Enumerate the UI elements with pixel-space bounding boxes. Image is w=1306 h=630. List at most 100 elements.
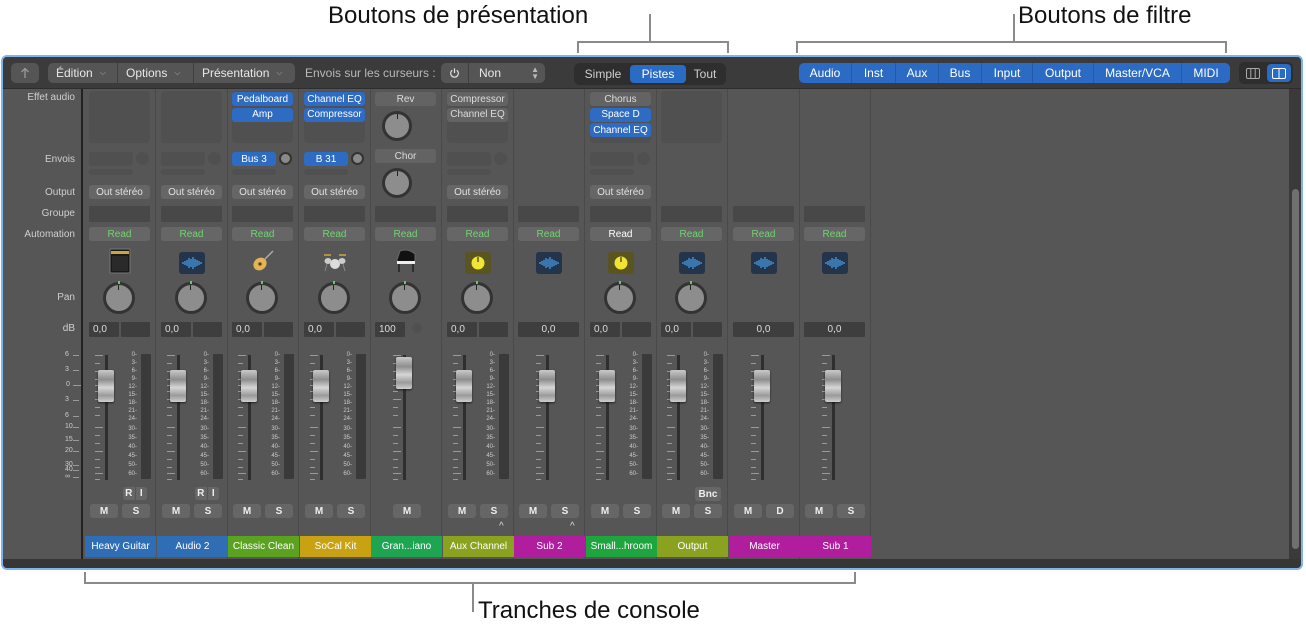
send-slot-empty[interactable]: [232, 169, 276, 175]
volume-db-field[interactable]: 0,0: [804, 322, 865, 337]
send-level-knob[interactable]: [208, 152, 221, 165]
group-slot[interactable]: [89, 206, 150, 222]
channel-name[interactable]: Gran...iano: [371, 536, 442, 557]
pan-knob[interactable]: [246, 281, 278, 314]
group-slot[interactable]: [304, 206, 365, 222]
send-rev-button[interactable]: Rev: [375, 92, 436, 106]
automation-mode-button[interactable]: Read: [661, 227, 722, 241]
send-level-knob[interactable]: [351, 152, 364, 165]
volume-fader-handle[interactable]: [98, 370, 114, 402]
volume-db-field[interactable]: 0,0: [590, 322, 620, 337]
mute-button[interactable]: M: [805, 504, 833, 518]
volume-fader-handle[interactable]: [825, 370, 841, 402]
volume-db-field[interactable]: 0,0: [161, 322, 191, 337]
vertical-scrollbar[interactable]: [1289, 89, 1301, 559]
group-slot[interactable]: [447, 206, 508, 222]
sends-value-select[interactable]: Non ▲ ▼: [469, 63, 545, 83]
send-slot[interactable]: [161, 152, 205, 166]
audio-fx-plugin[interactable]: Compressor: [447, 92, 508, 106]
audio-fx-plugin[interactable]: Pedalboard: [232, 92, 293, 106]
volume-fader-handle[interactable]: [313, 370, 329, 402]
volume-fader-handle[interactable]: [599, 370, 615, 402]
solo-button[interactable]: S: [551, 504, 579, 518]
disclosure-caret-icon[interactable]: ^: [570, 521, 575, 532]
filter-master-vca[interactable]: Master/VCA: [1094, 63, 1182, 83]
send-slot-empty[interactable]: [304, 169, 348, 175]
dim-button[interactable]: D: [766, 504, 794, 518]
channel-name[interactable]: SoCal Kit: [300, 536, 371, 557]
input-monitor-button[interactable]: I: [208, 487, 220, 500]
narrow-strips-button[interactable]: [1241, 64, 1265, 82]
mute-button[interactable]: M: [162, 504, 190, 518]
channel-name[interactable]: Audio 2: [157, 536, 228, 557]
solo-button[interactable]: S: [480, 504, 508, 518]
mute-button[interactable]: M: [519, 504, 547, 518]
volume-fader-handle[interactable]: [670, 370, 686, 402]
filter-bus[interactable]: Bus: [939, 63, 982, 83]
send-slot-empty[interactable]: [89, 169, 133, 175]
pan-knob[interactable]: [461, 281, 493, 314]
send-slot-empty[interactable]: [447, 169, 491, 175]
view-simple[interactable]: Simple: [576, 65, 630, 83]
audio-fx-plugin[interactable]: Chorus: [590, 92, 651, 106]
mute-button[interactable]: M: [90, 504, 118, 518]
mute-button[interactable]: M: [448, 504, 476, 518]
volume-fader-handle[interactable]: [170, 370, 186, 402]
filter-aux[interactable]: Aux: [896, 63, 939, 83]
audio-fx-slot-area[interactable]: [161, 91, 222, 143]
filter-audio[interactable]: Audio: [799, 63, 852, 83]
pan-knob[interactable]: [318, 281, 350, 314]
output-button[interactable]: Out stéréo: [304, 185, 365, 199]
send-level-knob[interactable]: [637, 152, 650, 165]
automation-mode-button[interactable]: Read: [375, 227, 436, 241]
horizontal-scrollbar[interactable]: [3, 559, 1301, 568]
audio-fx-plugin[interactable]: Channel EQ: [447, 107, 508, 122]
mute-button[interactable]: M: [591, 504, 619, 518]
automation-mode-button[interactable]: Read: [447, 227, 508, 241]
channel-name[interactable]: Aux Channel: [443, 536, 514, 557]
mute-button[interactable]: M: [662, 504, 690, 518]
send-chor-button[interactable]: Chor: [375, 149, 436, 163]
sends-power-button[interactable]: [441, 63, 469, 83]
channel-name[interactable]: Heavy Guitar: [85, 536, 156, 557]
volume-db-field[interactable]: 0,0: [733, 322, 794, 337]
mute-button[interactable]: M: [305, 504, 333, 518]
menu-options[interactable]: Options ⌵: [118, 63, 194, 83]
output-button[interactable]: Out stéréo: [447, 185, 508, 199]
send-slot[interactable]: Bus 3: [232, 152, 276, 166]
volume-db-field[interactable]: 0,0: [89, 322, 119, 337]
output-button[interactable]: Out stéréo: [161, 185, 222, 199]
output-button[interactable]: Out stéréo: [89, 185, 150, 199]
automation-mode-button[interactable]: Read: [733, 227, 794, 241]
pan-knob[interactable]: [103, 281, 135, 314]
audio-fx-plugin[interactable]: Space D: [590, 107, 651, 122]
input-monitor-button[interactable]: I: [136, 487, 148, 500]
automation-mode-button[interactable]: Read: [161, 227, 222, 241]
automation-mode-button[interactable]: Read: [518, 227, 579, 241]
solo-button[interactable]: S: [623, 504, 651, 518]
volume-fader-handle[interactable]: [396, 357, 412, 389]
menu-presentation[interactable]: Présentation ⌵: [194, 63, 295, 83]
group-slot[interactable]: [733, 206, 794, 222]
automation-mode-button[interactable]: Read: [304, 227, 365, 241]
volume-fader-handle[interactable]: [241, 370, 257, 402]
volume-db-field[interactable]: 0,0: [447, 322, 477, 337]
audio-fx-plugin[interactable]: Channel EQ: [590, 123, 651, 137]
channel-name[interactable]: Output: [657, 536, 728, 557]
bounce-button[interactable]: Bnc: [695, 487, 721, 501]
send-level-knob[interactable]: [279, 152, 292, 165]
send-slot[interactable]: [89, 152, 133, 166]
channel-name[interactable]: Sub 1: [800, 536, 871, 557]
solo-button[interactable]: S: [837, 504, 865, 518]
mute-button[interactable]: M: [233, 504, 261, 518]
volume-db-field[interactable]: 0,0: [518, 322, 579, 337]
scrollbar-thumb[interactable]: [1292, 189, 1299, 549]
filter-inst[interactable]: Inst: [852, 63, 896, 83]
group-slot[interactable]: [804, 206, 865, 222]
group-slot[interactable]: [161, 206, 222, 222]
send-slot-empty[interactable]: [161, 169, 205, 175]
group-slot[interactable]: [518, 206, 579, 222]
channel-name[interactable]: Sub 2: [514, 536, 585, 557]
record-enable-button[interactable]: R: [123, 487, 136, 500]
group-slot[interactable]: [232, 206, 293, 222]
